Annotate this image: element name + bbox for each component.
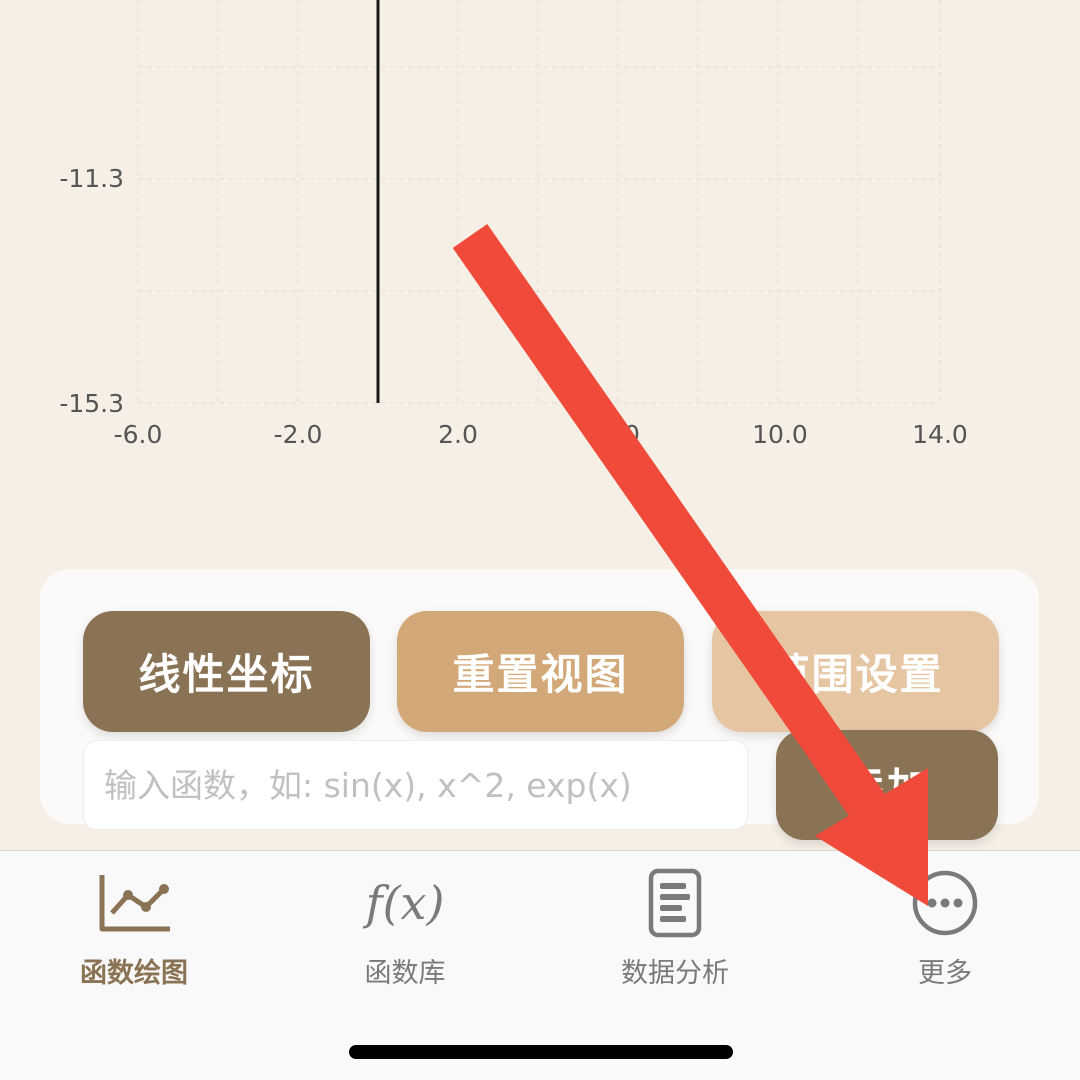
reset-view-button[interactable]: 重置视图 — [397, 611, 684, 732]
fx-icon: f(x) — [355, 865, 455, 941]
x-tick-label: -2.0 — [274, 420, 323, 449]
x-tick-label: 14.0 — [912, 420, 968, 449]
range-settings-button[interactable]: 范围设置 — [712, 611, 999, 732]
function-plot[interactable]: -11.3 -15.3 -6.0 -2.0 2.0 0 10.0 14.0 — [0, 0, 1080, 560]
function-input[interactable] — [83, 740, 748, 830]
x-tick-label: 0 — [624, 420, 640, 449]
home-indicator — [349, 1045, 733, 1059]
tab-more[interactable]: 更多 — [835, 865, 1055, 995]
plot-grid — [137, 0, 941, 404]
tab-label: 函数库 — [364, 958, 446, 989]
fx-glyph: f(x) — [365, 876, 445, 930]
tab-function-plot[interactable]: 函数绘图 — [24, 865, 244, 995]
x-tick-label: 10.0 — [752, 420, 808, 449]
linear-scale-button[interactable]: 线性坐标 — [83, 611, 370, 732]
more-icon — [895, 865, 995, 941]
line-chart-icon — [84, 865, 184, 941]
tab-data-analysis[interactable]: 数据分析 — [565, 865, 785, 995]
y-tick-label: -15.3 — [59, 389, 124, 418]
document-icon — [625, 865, 725, 941]
add-function-button[interactable]: 添加 — [776, 730, 998, 840]
x-tick-label: -6.0 — [114, 420, 163, 449]
tab-label: 数据分析 — [621, 958, 729, 989]
tab-label: 函数绘图 — [80, 958, 188, 989]
tab-function-library[interactable]: f(x) 函数库 — [295, 865, 515, 995]
x-tick-label: 2.0 — [438, 420, 478, 449]
y-tick-label: -11.3 — [59, 164, 124, 193]
tab-label: 更多 — [918, 958, 972, 989]
